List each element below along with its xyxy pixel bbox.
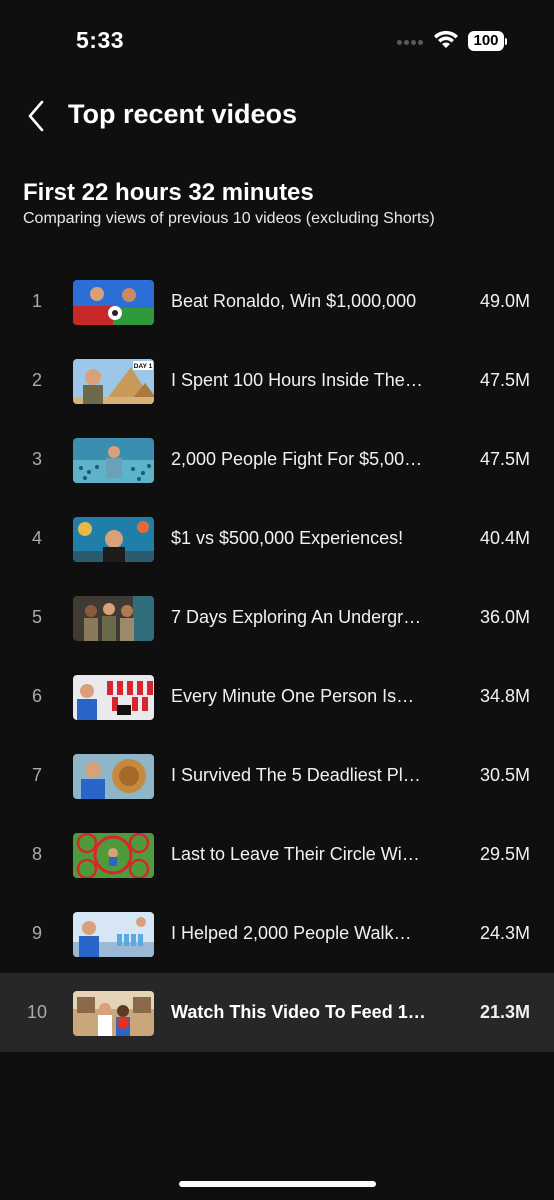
status-time: 5:33	[76, 27, 125, 53]
page-title: Top recent videos	[68, 99, 298, 129]
video-row[interactable]: 9 I Helped 2,000 People Walk… 24.3M	[0, 894, 554, 973]
video-thumbnail[interactable]	[73, 912, 154, 957]
video-thumbnail[interactable]	[73, 280, 154, 325]
video-rank: 2	[31, 370, 42, 390]
video-title: I Spent 100 Hours Inside The…	[171, 370, 423, 390]
video-row[interactable]: 2 DAY 1 I Spent 100 Hours Inside The… 47…	[0, 341, 554, 420]
video-thumbnail[interactable]: DAY 1	[73, 359, 154, 404]
video-row[interactable]: 8 Last to Leave Their Circle Wi… 29.5M	[0, 815, 554, 894]
video-thumbnail[interactable]	[73, 438, 154, 483]
video-thumbnail[interactable]	[73, 596, 154, 641]
video-title: Every Minute One Person Is…	[171, 686, 415, 706]
cellular-signal-icon	[397, 40, 427, 46]
video-thumbnail[interactable]	[73, 991, 154, 1036]
header: Top recent videos	[0, 90, 554, 140]
chevron-left-icon	[28, 100, 44, 132]
video-rank: 6	[31, 686, 42, 706]
video-views: 49.0M	[479, 291, 530, 311]
video-title: Beat Ronaldo, Win $1,000,000	[171, 291, 417, 311]
wifi-icon	[434, 30, 458, 48]
video-views: 47.5M	[479, 449, 530, 469]
video-rank: 4	[31, 528, 42, 548]
video-views: 40.4M	[479, 528, 530, 548]
video-rank: 8	[31, 844, 42, 864]
video-title: $1 vs $500,000 Experiences!	[171, 528, 404, 548]
video-row[interactable]: 1 Beat Ronaldo, Win $1,000,000 49.0M	[0, 262, 554, 341]
video-views: 47.5M	[479, 370, 530, 390]
video-rank: 3	[31, 449, 42, 469]
summary-title: First 22 hours 32 minutes	[23, 179, 314, 206]
video-thumbnail[interactable]	[73, 754, 154, 799]
video-rank: 9	[31, 923, 42, 943]
battery-icon: 100	[468, 31, 507, 51]
video-title: Watch This Video To Feed 1…	[171, 1002, 426, 1022]
video-rank: 7	[31, 765, 42, 785]
thumbnail-badge: DAY 1	[134, 363, 153, 370]
video-views: 24.3M	[479, 923, 530, 943]
video-views: 30.5M	[479, 765, 530, 785]
status-bar: 5:33 100	[0, 0, 554, 80]
video-rank: 10	[26, 1002, 48, 1022]
video-thumbnail[interactable]	[73, 675, 154, 720]
battery-level: 100	[468, 31, 504, 51]
video-title: 2,000 People Fight For $5,00…	[171, 449, 423, 469]
video-row[interactable]: 3 2,000 People Fight For $5,00… 47.5M	[0, 420, 554, 499]
video-thumbnail[interactable]	[73, 517, 154, 562]
video-views: 29.5M	[479, 844, 530, 864]
video-thumbnail[interactable]	[73, 833, 154, 878]
video-title: I Survived The 5 Deadliest Pl…	[171, 765, 421, 785]
video-row[interactable]: 7 I Survived The 5 Deadliest Pl… 30.5M	[0, 736, 554, 815]
summary: First 22 hours 32 minutes Comparing view…	[23, 178, 435, 229]
video-views: 34.8M	[479, 686, 530, 706]
video-list: 1 Beat Ronaldo, Win $1,000,000 49.0M 2 D…	[0, 262, 554, 1052]
summary-subtitle: Comparing views of previous 10 videos (e…	[23, 210, 435, 227]
video-views: 21.3M	[479, 1002, 530, 1022]
video-title: I Helped 2,000 People Walk…	[171, 923, 412, 943]
video-rank: 1	[31, 291, 42, 311]
video-row[interactable]: 6 Every Minute One Person Is… 34.8M	[0, 657, 554, 736]
video-row[interactable]: 4 $1 vs $500,000 Experiences! 40.4M	[0, 499, 554, 578]
video-views: 36.0M	[479, 607, 530, 627]
video-title: 7 Days Exploring An Undergr…	[171, 607, 422, 627]
video-row-selected[interactable]: 10 Watch This Video To Feed 1… 21.3M	[0, 973, 554, 1052]
video-row[interactable]: 5 7 Days Exploring An Undergr… 36.0M	[0, 578, 554, 657]
video-rank: 5	[31, 607, 42, 627]
back-button[interactable]	[18, 96, 54, 136]
video-title: Last to Leave Their Circle Wi…	[171, 844, 420, 864]
home-indicator[interactable]	[179, 1181, 376, 1187]
